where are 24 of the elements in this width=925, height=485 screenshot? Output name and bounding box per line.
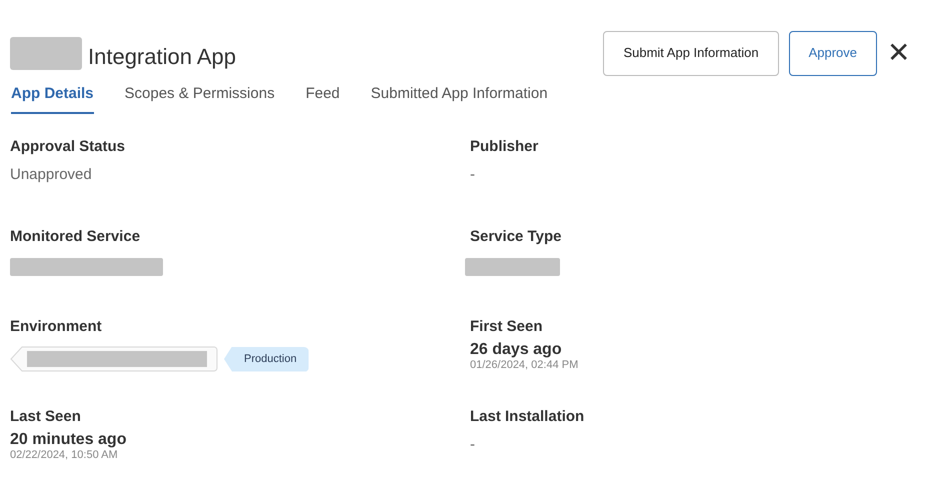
field-label: Environment — [10, 316, 103, 336]
app-title: Integration App — [88, 42, 236, 71]
field-label: First Seen — [470, 316, 544, 336]
relative-time: 26 days ago — [470, 341, 563, 359]
field-label: Monitored Service — [10, 226, 142, 246]
tab[interactable]: App Details — [11, 83, 94, 114]
field-value: - — [470, 165, 476, 185]
timestamp: 02/22/2024, 10:50 AM — [10, 449, 119, 462]
field-label: Last Seen — [10, 406, 82, 426]
field-value: - — [470, 435, 476, 455]
field-label: Publisher — [470, 136, 540, 156]
tab[interactable]: Feed — [306, 83, 340, 114]
approve-button[interactable]: Approve — [788, 30, 877, 76]
field-label: Service Type — [470, 226, 562, 246]
close-button[interactable]: ✕ — [887, 39, 910, 67]
relative-time: 20 minutes ago — [10, 431, 128, 449]
tab[interactable]: Scopes & Permissions — [124, 83, 275, 114]
field-label: Approval Status — [10, 136, 126, 156]
submit-button[interactable]: Submit App Information — [603, 30, 779, 76]
tag-label: Production — [224, 346, 309, 372]
tab[interactable]: Submitted App Information — [370, 83, 548, 114]
field-label: Last Installation — [470, 406, 586, 426]
timestamp: 01/26/2024, 02:44 PM — [470, 359, 580, 372]
field-value: Unapproved — [10, 165, 93, 185]
